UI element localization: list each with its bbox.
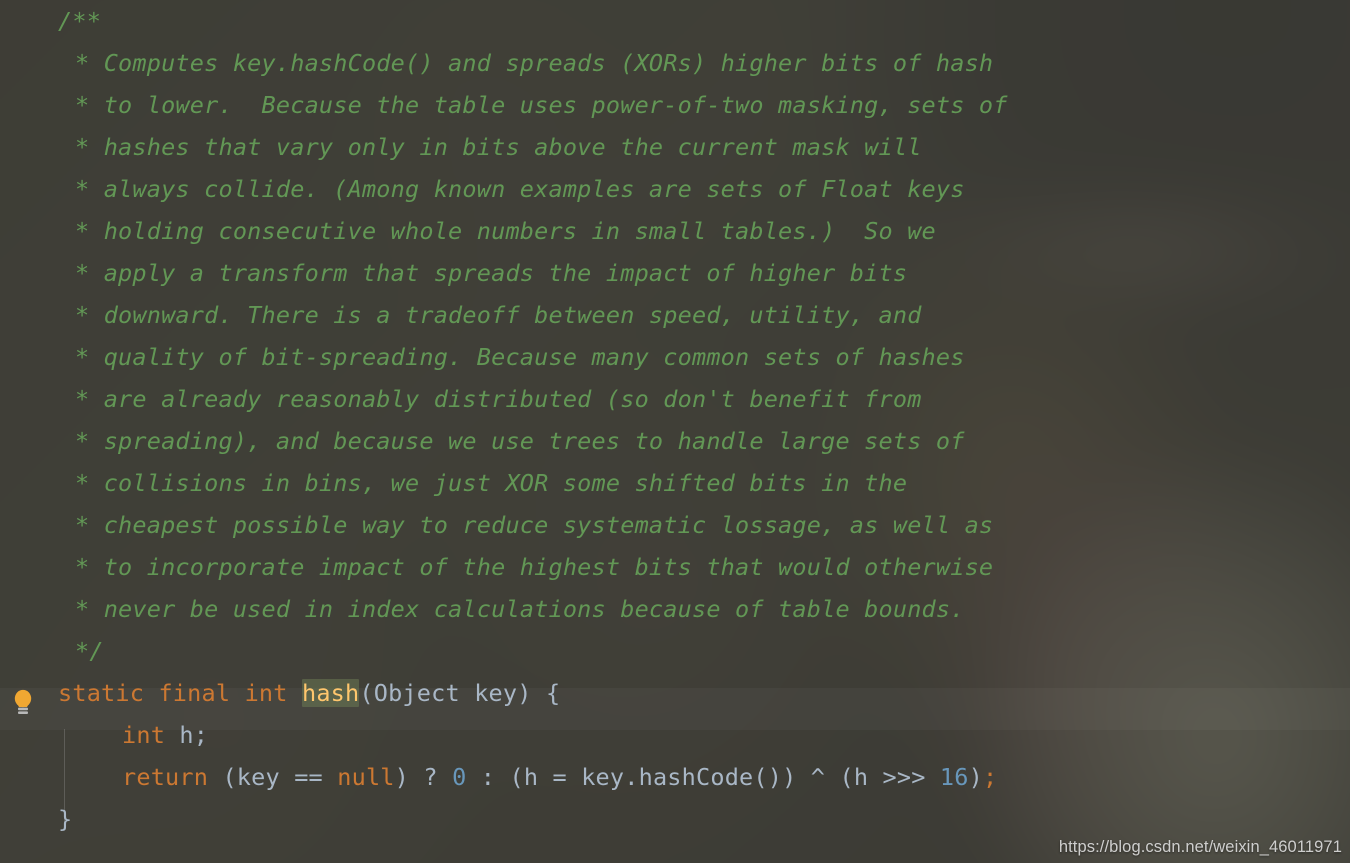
comment-line: * holding consecutive whole numbers in s… [75, 217, 936, 245]
comment-line: * never be used in index calculations be… [75, 595, 965, 623]
code-editor-window: /** * Computes key.hashCode() and spread… [0, 0, 1350, 863]
watermark-url: https://blog.csdn.net/weixin_46011971 [1058, 838, 1342, 856]
method-signature-line[interactable]: static final int hash(Object key) { [0, 672, 1350, 714]
variable-name-h: h [179, 721, 194, 749]
comment-line: * are already reasonably distributed (so… [75, 385, 922, 413]
comment-line: * Computes key.hashCode() and spreads (X… [75, 49, 994, 77]
expression-tail: ) [968, 763, 983, 791]
paren-close: ) [517, 679, 532, 707]
param-type: Object [373, 679, 460, 707]
brace-open: { [545, 679, 561, 707]
condition-close: ) ? [394, 763, 453, 791]
literal-zero: 0 [452, 763, 467, 791]
semicolon: ; [982, 763, 998, 791]
semicolon: ; [193, 721, 209, 749]
brace-close: } [58, 805, 73, 833]
keyword-return: return [122, 763, 209, 791]
expression-middle: : (h = key.hashCode()) ^ (h >>> [466, 763, 940, 791]
keyword-null: null [337, 763, 395, 791]
literal-sixteen: 16 [939, 763, 969, 791]
code-lines: /** * Computes key.hashCode() and spread… [0, 0, 1350, 840]
return-statement-line[interactable]: return (key == null) ? 0 : (h = key.hash… [0, 756, 1350, 798]
code-surface: /** * Computes key.hashCode() and spread… [0, 0, 1350, 863]
keyword-int: int [244, 679, 288, 707]
comment-line: * hashes that vary only in bits above th… [75, 133, 922, 161]
comment-line: * apply a transform that spreads the imp… [75, 259, 908, 287]
variable-declaration-line[interactable]: int h; [0, 714, 1350, 756]
keyword-final: final [158, 679, 231, 707]
comment-line: * collisions in bins, we just XOR some s… [75, 469, 908, 497]
comment-line: * quality of bit-spreading. Because many… [75, 343, 965, 371]
param-name: key [474, 679, 518, 707]
comment-line: * to incorporate impact of the highest b… [75, 553, 994, 581]
comment-line: /** [58, 7, 102, 35]
keyword-int: int [122, 721, 166, 749]
keyword-static: static [58, 679, 145, 707]
comment-line: * to lower. Because the table uses power… [75, 91, 1008, 119]
condition-open: (key == [222, 763, 338, 791]
paren-open: ( [359, 679, 374, 707]
comment-line: * spreading), and because we use trees t… [75, 427, 965, 455]
highlighted-method-name[interactable]: hash [301, 679, 360, 707]
comment-line: * always collide. (Among known examples … [75, 175, 965, 203]
closing-brace-line[interactable]: } [0, 798, 1350, 840]
comment-line: */ [75, 637, 104, 665]
comment-line: * cheapest possible way to reduce system… [75, 511, 994, 539]
comment-line: * downward. There is a tradeoff between … [75, 301, 922, 329]
